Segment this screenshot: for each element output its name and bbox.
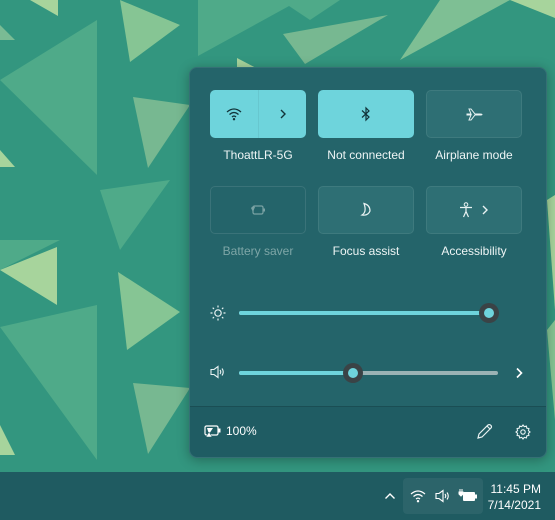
bluetooth-icon — [361, 106, 370, 122]
brightness-slider[interactable] — [239, 303, 499, 323]
focus-assist-tile-label: Focus assist — [332, 244, 400, 258]
battery-saver-tile-label: Battery saver — [222, 244, 294, 258]
edit-quick-settings-button[interactable] — [473, 421, 495, 443]
battery-status[interactable]: 100% — [204, 424, 257, 438]
wifi-icon — [226, 108, 242, 121]
pencil-icon — [477, 424, 493, 439]
airplane-icon — [466, 108, 483, 121]
taskbar: 11:45 PM 7/14/2021 — [0, 472, 555, 520]
gear-icon — [515, 424, 531, 440]
wifi-networks-button[interactable] — [259, 90, 306, 138]
chevron-right-icon — [280, 109, 286, 119]
audio-output-button[interactable] — [510, 364, 528, 382]
wifi-toggle[interactable] — [210, 90, 258, 138]
wifi-tile-label: ThoattLR-5G — [223, 148, 293, 162]
volume-slider[interactable] — [239, 363, 498, 383]
volume-slider-thumb[interactable] — [343, 363, 363, 383]
settings-button[interactable] — [512, 421, 534, 443]
brightness-icon — [210, 305, 226, 321]
quick-settings-footer: 100% — [190, 406, 546, 457]
brightness-slider-thumb[interactable] — [479, 303, 499, 323]
chevron-up-icon — [385, 493, 395, 499]
battery-charging-icon — [204, 425, 221, 438]
accessibility-tile[interactable] — [426, 186, 522, 234]
speaker-icon — [435, 489, 449, 503]
system-tray-button[interactable] — [403, 478, 483, 514]
clock-time: 11:45 PM — [490, 482, 541, 496]
wifi-tile[interactable] — [210, 90, 306, 138]
accessibility-icon — [460, 202, 472, 218]
focus-assist-tile[interactable] — [318, 186, 414, 234]
chevron-right-icon — [482, 205, 488, 215]
airplane-mode-tile-label: Airplane mode — [435, 148, 513, 162]
battery-charging-icon — [458, 489, 477, 501]
accessibility-tile-label: Accessibility — [441, 244, 507, 258]
wifi-icon — [410, 490, 426, 503]
volume-slider-fill — [239, 371, 353, 375]
moon-icon — [360, 202, 371, 216]
bluetooth-tile[interactable] — [318, 90, 414, 138]
battery-saver-tile[interactable] — [210, 186, 306, 234]
speaker-icon — [210, 365, 224, 379]
show-hidden-icons-button[interactable] — [380, 486, 400, 506]
airplane-mode-tile[interactable] — [426, 90, 522, 138]
clock-button[interactable]: 11:45 PM 7/14/2021 — [488, 481, 541, 513]
battery-percentage: 100% — [226, 424, 257, 438]
bluetooth-tile-label: Not connected — [327, 148, 405, 162]
clock-date: 7/14/2021 — [487, 498, 541, 512]
battery-saver-icon — [251, 205, 265, 215]
quick-settings-panel: ThoattLR-5G Not connected Airplane mode … — [189, 67, 547, 458]
chevron-right-icon — [516, 367, 523, 379]
brightness-slider-fill — [239, 311, 489, 315]
